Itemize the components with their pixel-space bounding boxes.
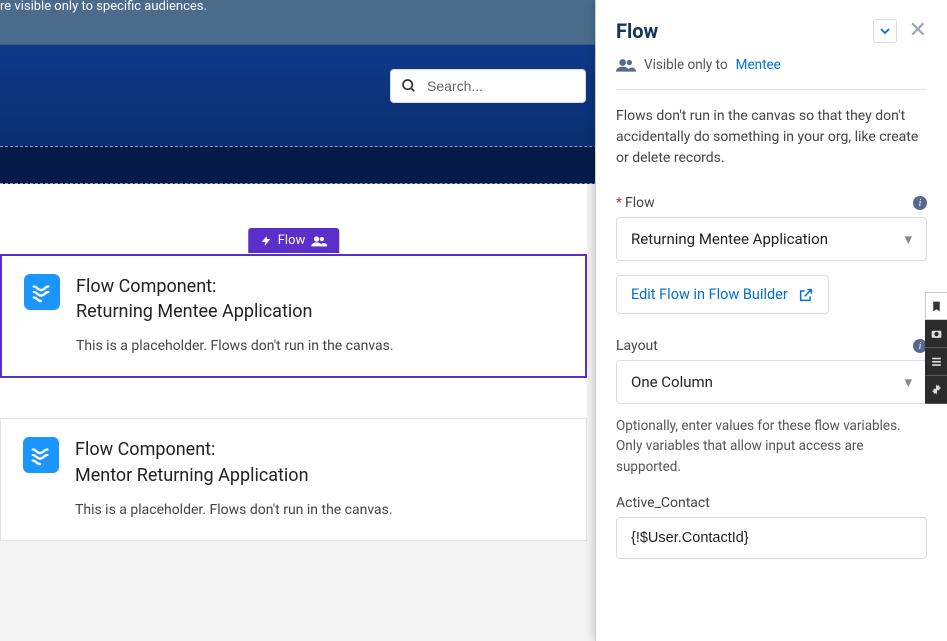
chevron-down-icon — [880, 26, 890, 36]
edge-tool-list[interactable] — [925, 348, 947, 376]
flow-field-label: *Flow i — [616, 195, 927, 211]
edge-tool-camera[interactable] — [925, 320, 947, 348]
variables-help-text: Optionally, enter values for these flow … — [616, 416, 927, 477]
layout-field-label: Layout i — [616, 338, 927, 354]
component-tag: Flow — [248, 228, 340, 253]
edge-tool-bookmark[interactable] — [925, 292, 947, 320]
info-icon[interactable]: i — [913, 196, 927, 210]
close-icon[interactable]: ✕ — [909, 18, 927, 43]
search-input[interactable] — [427, 78, 575, 94]
audience-icon — [311, 235, 327, 247]
list-icon — [930, 355, 943, 368]
edge-toolbar — [925, 292, 947, 404]
audience-icon — [616, 58, 636, 72]
component-title: Flow Component: Returning Mentee Applica… — [76, 274, 394, 324]
audience-note-text: re visible only to specific audiences. — [0, 0, 207, 14]
visibility-row: Visible only to Mentee — [616, 57, 927, 90]
component-title: Flow Component: Mentor Returning Applica… — [75, 437, 393, 487]
lightning-icon — [260, 235, 272, 247]
bookmark-icon — [930, 300, 943, 313]
component-placeholder-text: This is a placeholder. Flows don't run i… — [76, 338, 394, 354]
canvas-area: Flow Flow Component: Returning Mentee Ap… — [0, 184, 587, 541]
var-active-contact-input[interactable] — [616, 517, 927, 559]
search-box[interactable] — [390, 69, 586, 103]
flow-icon — [24, 274, 60, 310]
layout-select[interactable]: One Column ▾ — [616, 360, 927, 404]
visibility-prefix: Visible only to — [644, 57, 728, 73]
flow-component-card[interactable]: Flow Flow Component: Returning Mentee Ap… — [0, 254, 587, 378]
chevron-down-icon: ▾ — [904, 230, 912, 248]
external-link-icon — [798, 287, 814, 303]
component-placeholder-text: This is a placeholder. Flows don't run i… — [75, 502, 393, 518]
property-panel: Flow ✕ Visible only to Mentee Flows don'… — [595, 0, 947, 641]
chevron-down-icon: ▾ — [904, 373, 912, 391]
edit-flow-link[interactable]: Edit Flow in Flow Builder — [616, 275, 829, 314]
flow-component-card[interactable]: Flow Component: Mentor Returning Applica… — [0, 418, 587, 540]
flow-select-value: Returning Mentee Application — [631, 230, 828, 248]
flow-icon — [23, 437, 59, 473]
var-active-contact-label: Active_Contact — [616, 495, 927, 511]
flow-select[interactable]: Returning Mentee Application ▾ — [616, 217, 927, 261]
panel-description: Flows don't run in the canvas so that th… — [616, 106, 927, 169]
search-icon — [401, 78, 417, 94]
panel-title: Flow — [616, 19, 658, 43]
camera-icon — [930, 327, 943, 340]
edge-tool-settings[interactable] — [925, 376, 947, 404]
layout-select-value: One Column — [631, 373, 713, 391]
visibility-audience-link[interactable]: Mentee — [736, 57, 781, 73]
gear-icon — [930, 383, 943, 396]
panel-menu-button[interactable] — [873, 19, 897, 43]
component-tag-label: Flow — [278, 233, 306, 248]
